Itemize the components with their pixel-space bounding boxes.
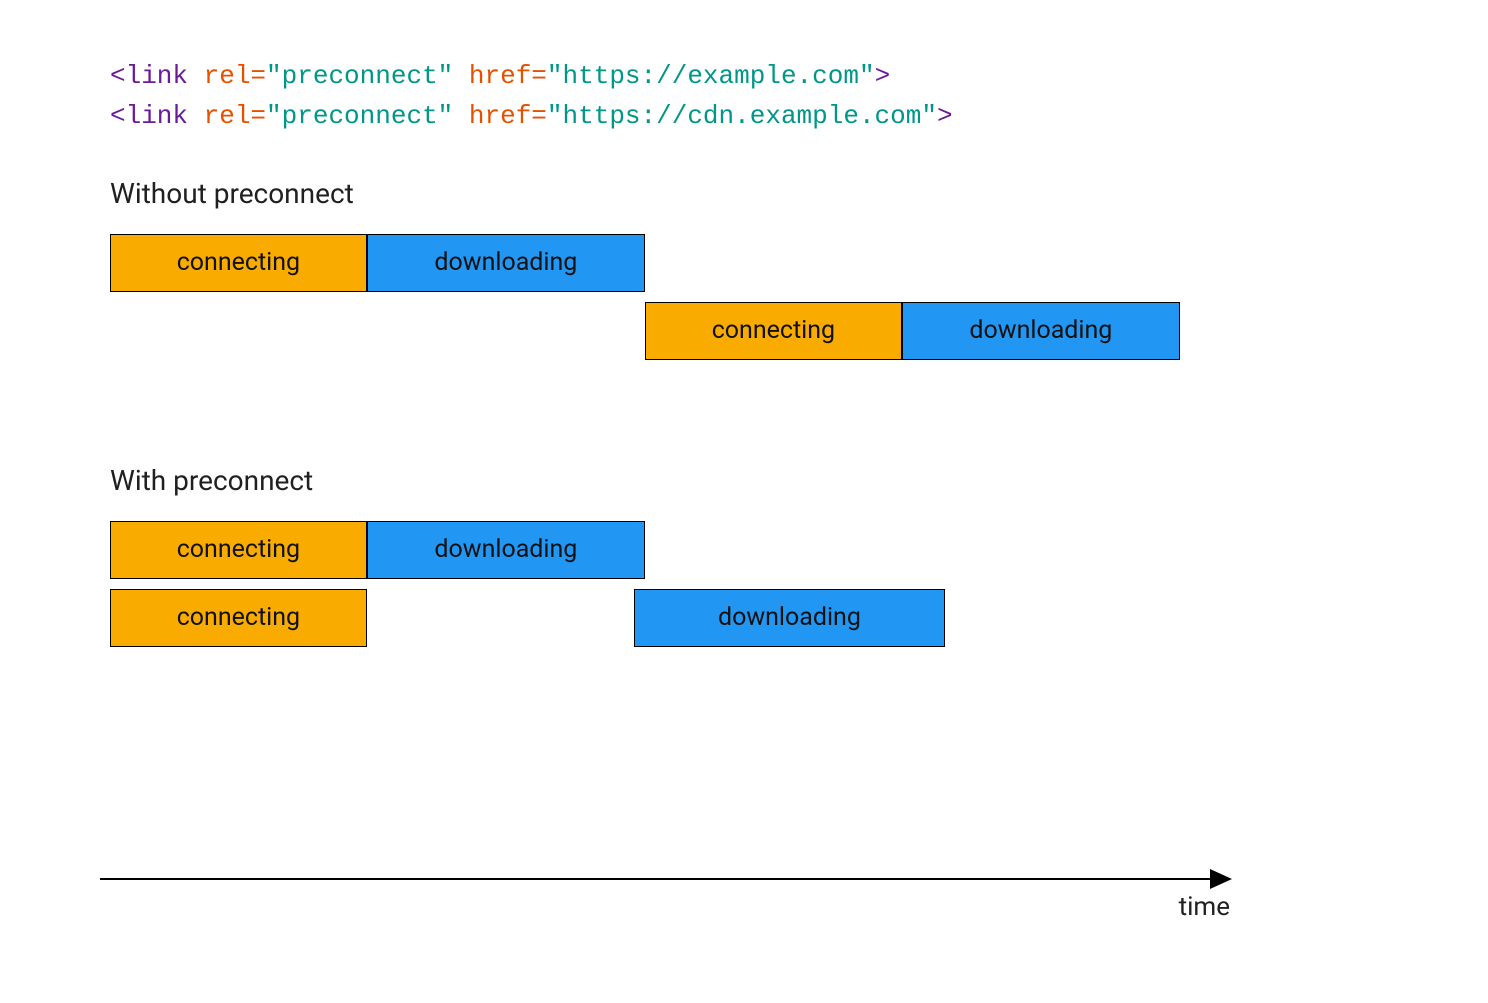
code-tag-close: > (937, 101, 953, 131)
arrow-right-icon (1210, 869, 1232, 889)
code-attr-value: "preconnect" (266, 101, 453, 131)
timeline-row: connecting downloading (110, 302, 1180, 362)
timeline-with: connecting downloading connecting downlo… (110, 521, 1180, 649)
time-axis: time (100, 878, 1230, 880)
axis-label: time (1179, 892, 1230, 922)
code-attr-value: "https://cdn.example.com" (547, 101, 937, 131)
downloading-bar: downloading (634, 589, 944, 647)
code-attr-name: href= (469, 101, 547, 131)
timeline-without: connecting downloading connecting downlo… (110, 234, 1180, 362)
code-attr-name: rel= (204, 61, 266, 91)
axis-line (100, 878, 1230, 880)
code-line-2: <link rel="preconnect" href="https://cdn… (110, 96, 1378, 136)
connecting-bar: connecting (110, 521, 367, 579)
timeline-row: connecting downloading (110, 521, 1180, 581)
connecting-bar: connecting (110, 234, 367, 292)
code-attr-name: href= (469, 61, 547, 91)
downloading-bar: downloading (367, 521, 645, 579)
code-attr-value: "https://example.com" (547, 61, 875, 91)
code-line-1: <link rel="preconnect" href="https://exa… (110, 56, 1378, 96)
heading-without-preconnect: Without preconnect (110, 177, 1378, 210)
code-tag: <link (110, 61, 188, 91)
timeline-row: connecting downloading (110, 589, 1180, 649)
code-snippet: <link rel="preconnect" href="https://exa… (110, 56, 1378, 137)
code-attr-name: rel= (204, 101, 266, 131)
code-tag: <link (110, 101, 188, 131)
code-attr-value: "preconnect" (266, 61, 453, 91)
timeline-row: connecting downloading (110, 234, 1180, 294)
downloading-bar: downloading (902, 302, 1180, 360)
heading-with-preconnect: With preconnect (110, 464, 1378, 497)
code-tag-close: > (875, 61, 891, 91)
connecting-bar: connecting (645, 302, 902, 360)
connecting-bar: connecting (110, 589, 367, 647)
downloading-bar: downloading (367, 234, 645, 292)
